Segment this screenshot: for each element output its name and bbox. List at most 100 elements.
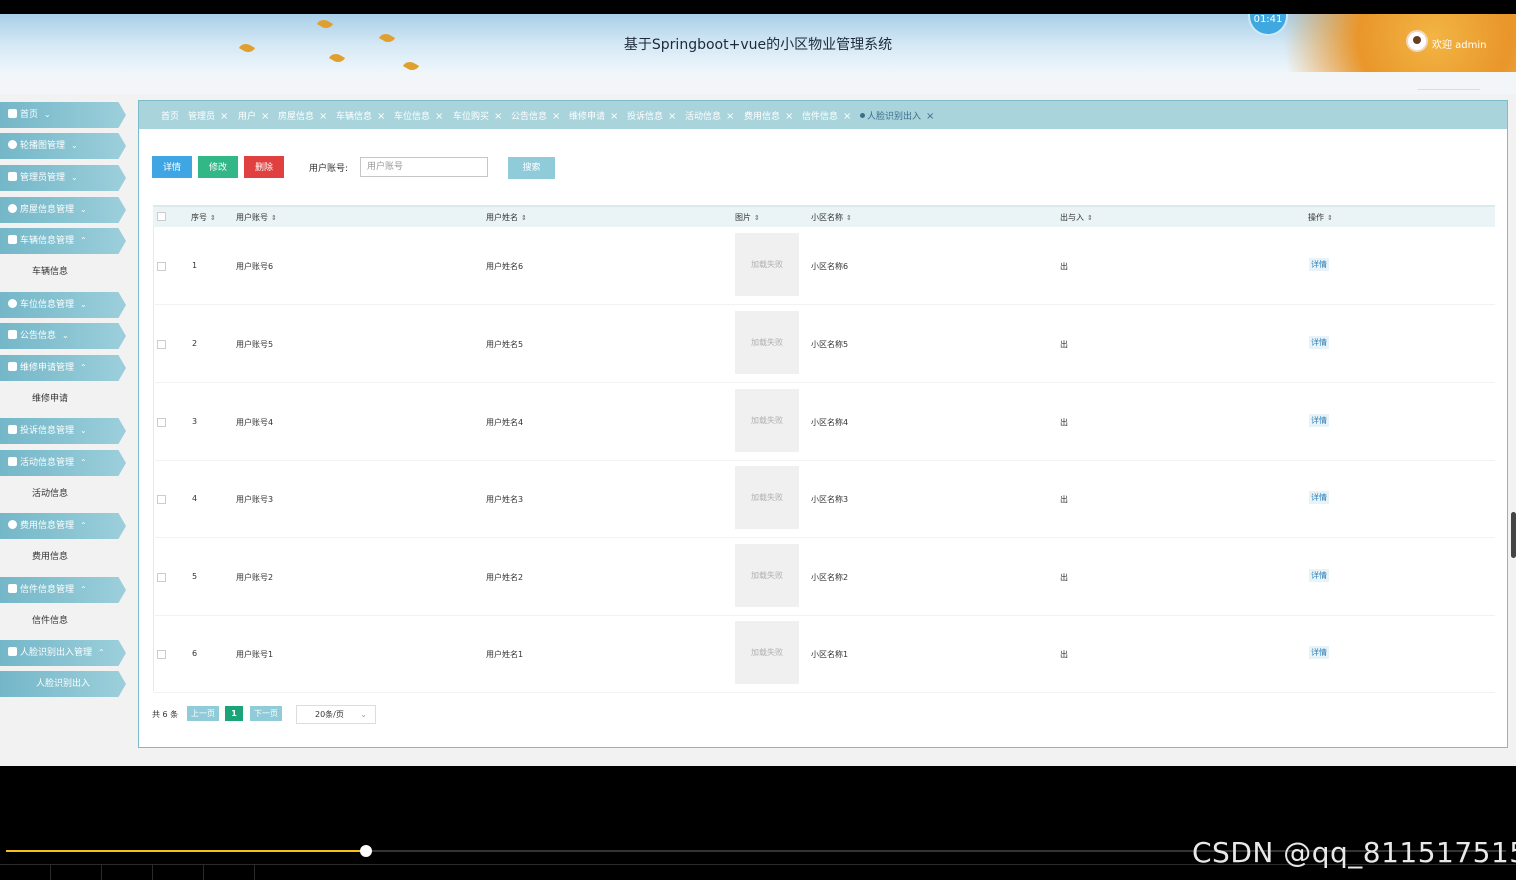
tab-complaint[interactable]: 投诉信息 × <box>627 109 676 122</box>
tab-face-inout[interactable]: 人脸识别出入 × <box>860 109 934 122</box>
sidebar-item-houses[interactable]: 房屋信息管理 ⌄ <box>0 197 126 223</box>
progress-handle[interactable] <box>360 845 372 857</box>
row-checkbox[interactable] <box>157 262 166 271</box>
page-scrollbar[interactable] <box>1511 512 1516 558</box>
row-checkbox[interactable] <box>157 573 166 582</box>
sidebar-subitem-activity-info[interactable]: 活动信息 <box>0 481 100 507</box>
sidebar-item-admins[interactable]: 管理员管理 ⌄ <box>0 165 126 191</box>
tab-fee[interactable]: 费用信息 × <box>744 109 793 122</box>
row-checkbox[interactable] <box>157 650 166 659</box>
tab-repair[interactable]: 维修申请 × <box>569 109 618 122</box>
avatar[interactable] <box>1406 30 1428 52</box>
row-detail-button[interactable]: 详情 <box>1309 569 1329 582</box>
sort-icon[interactable]: ⇕ <box>1327 214 1333 222</box>
column-header-no[interactable]: 序号 ⇕ <box>191 212 216 223</box>
sidebar-subitem-fee-info[interactable]: 费用信息 <box>0 544 100 570</box>
tab-house[interactable]: 房屋信息 × <box>278 109 327 122</box>
tab-notice[interactable]: 公告信息 × <box>511 109 560 122</box>
detail-button[interactable]: 详情 <box>152 156 192 178</box>
sort-icon[interactable]: ⇕ <box>271 214 277 222</box>
sidebar-item-face-recognition[interactable]: 人脸识别出入管理 ⌃ <box>0 640 126 666</box>
row-checkbox[interactable] <box>157 418 166 427</box>
sort-icon[interactable]: ⇕ <box>210 214 216 222</box>
sidebar-subitem-letter-info[interactable]: 信件信息 <box>0 608 100 634</box>
sidebar-item-fees[interactable]: 费用信息管理 ⌃ <box>0 513 126 539</box>
edit-button[interactable]: 修改 <box>198 156 238 178</box>
row-checkbox[interactable] <box>157 495 166 504</box>
row-detail-button[interactable]: 详情 <box>1309 414 1329 427</box>
logout-link[interactable] <box>1418 74 1480 90</box>
search-label: 用户账号: <box>309 164 349 174</box>
sort-icon[interactable]: ⇕ <box>521 214 527 222</box>
close-icon[interactable]: × <box>668 111 676 122</box>
close-icon[interactable]: × <box>843 111 851 122</box>
close-icon[interactable]: × <box>220 111 228 122</box>
column-header-name[interactable]: 用户姓名 ⇕ <box>486 212 527 223</box>
close-icon[interactable]: × <box>785 111 793 122</box>
sidebar-item-notices[interactable]: 公告信息 ⌄ <box>0 323 126 349</box>
close-icon[interactable]: × <box>261 111 269 122</box>
tab-parking-purchase[interactable]: 车位购买 × <box>453 109 502 122</box>
tab-admin[interactable]: 管理员 × <box>188 109 228 122</box>
sidebar-subitem-vehicle-info[interactable]: 车辆信息 <box>0 259 100 285</box>
tab-letter[interactable]: 信件信息 × <box>802 109 851 122</box>
column-header-image[interactable]: 图片 ⇕ <box>735 212 760 223</box>
table-row[interactable]: 3 用户账号4 用户姓名4 加载失败 小区名称4 出 详情 <box>153 383 1495 461</box>
repair-icon <box>8 362 17 371</box>
sort-icon[interactable]: ⇕ <box>846 214 852 222</box>
delete-button[interactable]: 删除 <box>244 156 284 178</box>
close-icon[interactable]: × <box>435 111 443 122</box>
tab-activity[interactable]: 活动信息 × <box>685 109 734 122</box>
column-header-action[interactable]: 操作 ⇕ <box>1308 212 1333 223</box>
column-label: 操作 <box>1308 213 1324 222</box>
close-icon[interactable]: × <box>926 111 934 122</box>
row-detail-button[interactable]: 详情 <box>1309 336 1329 349</box>
sidebar-subitem-repair-request[interactable]: 维修申请 <box>0 386 100 412</box>
search-input[interactable]: 用户账号 <box>360 157 488 177</box>
sidebar-item-carousel[interactable]: 轮播图管理 ⌄ <box>0 133 126 159</box>
close-icon[interactable]: × <box>726 111 734 122</box>
sidebar-item-home[interactable]: 首页 ⌄ <box>0 102 126 128</box>
tab-vehicle[interactable]: 车辆信息 × <box>336 109 385 122</box>
sidebar-subitem-face-inout[interactable]: 人脸识别出入 <box>0 671 126 697</box>
select-all-checkbox[interactable] <box>157 212 166 221</box>
sidebar-item-activities[interactable]: 活动信息管理 ⌃ <box>0 450 126 476</box>
tab-parking[interactable]: 车位信息 × <box>394 109 443 122</box>
table-row[interactable]: 4 用户账号3 用户姓名3 加载失败 小区名称3 出 详情 <box>153 460 1495 538</box>
table-row[interactable]: 6 用户账号1 用户姓名1 加载失败 小区名称1 出 详情 <box>153 615 1495 693</box>
search-button[interactable]: 搜索 <box>508 157 555 179</box>
row-detail-button[interactable]: 详情 <box>1309 491 1329 504</box>
column-header-account[interactable]: 用户账号 ⇕ <box>236 212 277 223</box>
control-divider <box>152 865 153 880</box>
page-size-select[interactable]: 20条/页 ⌄ <box>296 705 376 724</box>
sidebar-item-repairs[interactable]: 维修申请管理 ⌃ <box>0 355 126 381</box>
column-header-inout[interactable]: 出与入 ⇕ <box>1060 212 1093 223</box>
table-row[interactable]: 5 用户账号2 用户姓名2 加载失败 小区名称2 出 详情 <box>153 538 1495 616</box>
row-detail-button[interactable]: 详情 <box>1309 646 1329 659</box>
row-detail-button[interactable]: 详情 <box>1309 258 1329 271</box>
sidebar-item-vehicles[interactable]: 车辆信息管理 ⌃ <box>0 228 126 254</box>
sidebar-item-complaints[interactable]: 投诉信息管理 ⌄ <box>0 418 126 444</box>
prev-page-button[interactable]: 上一页 <box>187 706 219 721</box>
table-row[interactable]: 2 用户账号5 用户姓名5 加载失败 小区名称5 出 详情 <box>153 305 1495 383</box>
close-icon[interactable]: × <box>552 111 560 122</box>
sidebar-item-label: 投诉信息管理 <box>20 426 75 436</box>
sort-icon[interactable]: ⇕ <box>1087 214 1093 222</box>
chevron-up-icon: ⌃ <box>98 648 105 657</box>
column-header-community[interactable]: 小区名称 ⇕ <box>811 212 852 223</box>
tab-home[interactable]: 首页 <box>161 109 179 122</box>
sidebar-item-parking[interactable]: 车位信息管理 ⌄ <box>0 292 126 318</box>
next-page-button[interactable]: 下一页 <box>250 706 282 721</box>
tab-user[interactable]: 用户 × <box>238 109 269 122</box>
sidebar-item-letters[interactable]: 信件信息管理 ⌃ <box>0 577 126 603</box>
row-checkbox[interactable] <box>157 340 166 349</box>
close-icon[interactable]: × <box>494 111 502 122</box>
face-icon <box>8 647 17 656</box>
chevron-down-icon: ⌄ <box>71 141 78 150</box>
close-icon[interactable]: × <box>610 111 618 122</box>
table-row[interactable]: 1 用户账号6 用户姓名6 加载失败 小区名称6 出 详情 <box>153 227 1495 305</box>
close-icon[interactable]: × <box>377 111 385 122</box>
sort-icon[interactable]: ⇕ <box>754 214 760 222</box>
close-icon[interactable]: × <box>319 111 327 122</box>
page-number-button[interactable]: 1 <box>225 706 243 721</box>
